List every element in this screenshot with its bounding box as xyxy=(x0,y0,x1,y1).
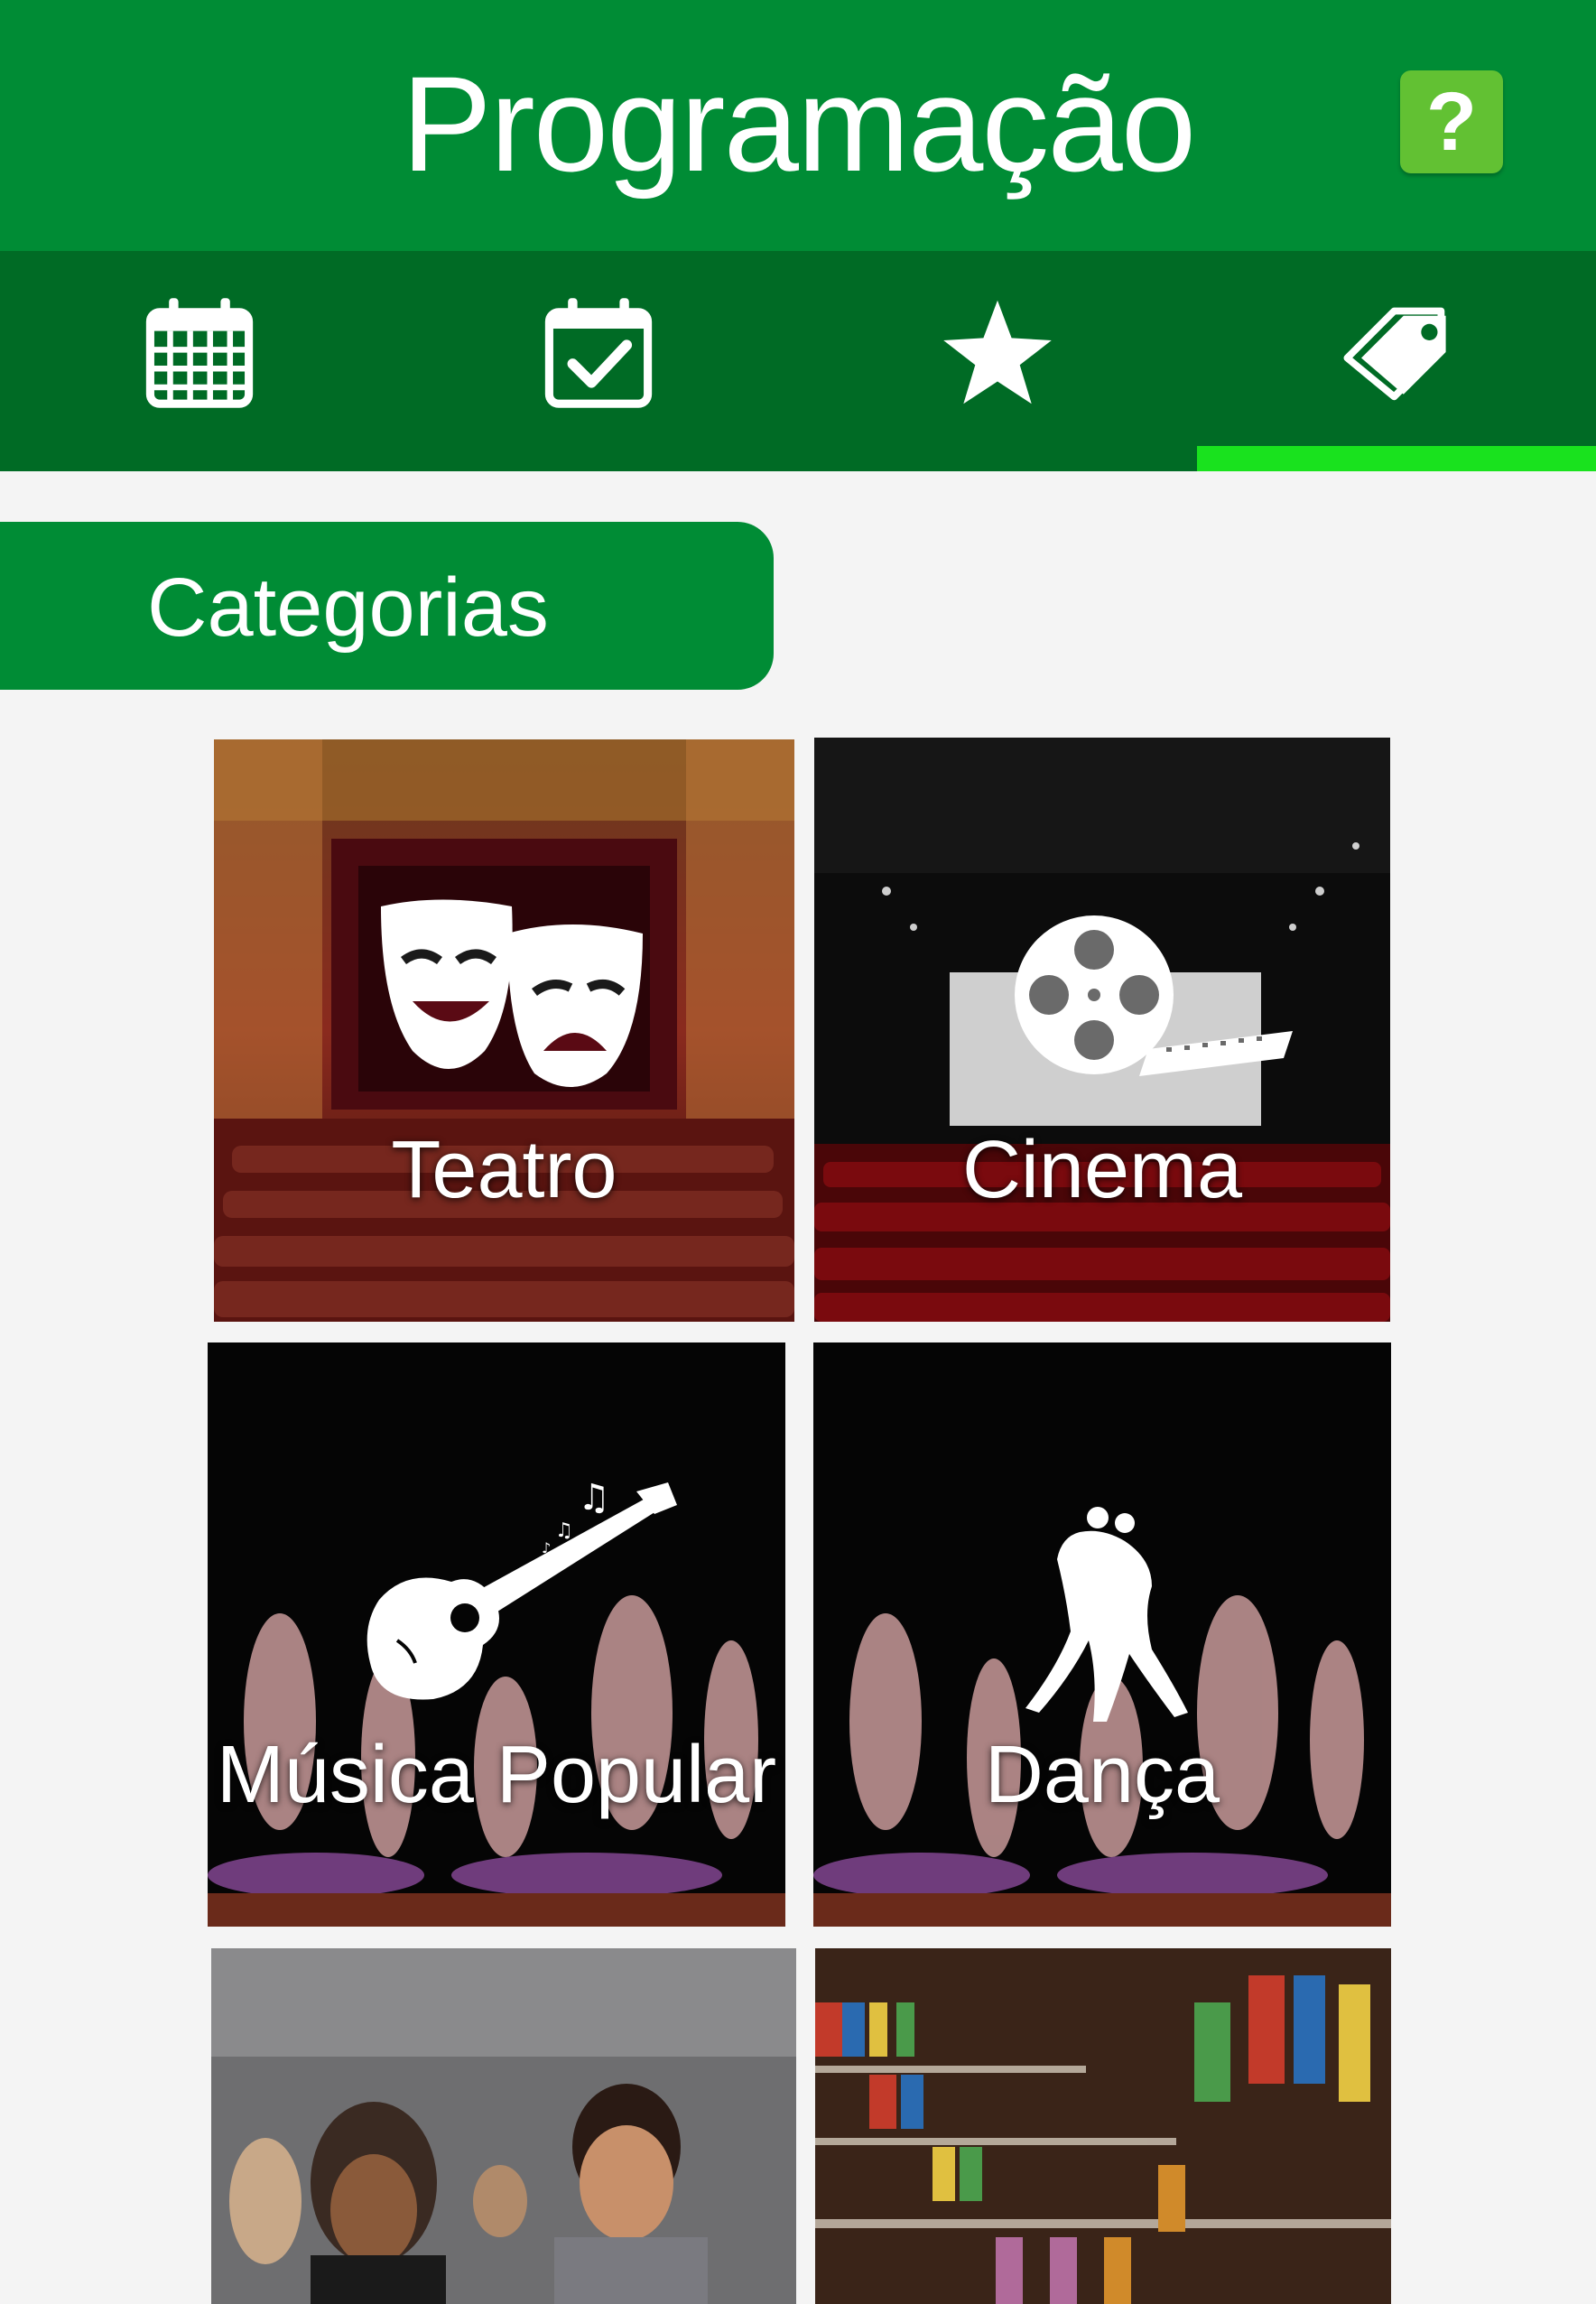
svg-text:♪: ♪ xyxy=(542,1539,551,1556)
calendar-icon xyxy=(145,298,254,408)
page-title: Programação xyxy=(401,48,1196,200)
theater-masks-icon xyxy=(381,899,643,1087)
tab-calendar[interactable] xyxy=(0,251,399,471)
tab-favorites[interactable] xyxy=(798,251,1197,471)
tab-categories[interactable] xyxy=(1197,251,1596,471)
svg-text:♫: ♫ xyxy=(578,1482,610,1519)
category-tile-teatro[interactable]: Teatro xyxy=(214,739,794,1322)
classroom-background xyxy=(211,1948,796,2304)
category-label: Dança xyxy=(984,1730,1220,1820)
section-header: Categorias xyxy=(0,522,774,690)
library-background xyxy=(815,1948,1391,2304)
guitar-icon: ♫ ♫ ♪ xyxy=(367,1482,677,1700)
category-tile-cinema[interactable]: Cinema xyxy=(814,738,1390,1322)
app-header: Programação ? xyxy=(0,0,1596,251)
help-button[interactable]: ? xyxy=(1400,70,1503,173)
category-label: Música Popular xyxy=(216,1730,777,1820)
dancers-icon xyxy=(1025,1507,1188,1722)
category-tile-6[interactable] xyxy=(815,1948,1391,2304)
category-tile-5[interactable] xyxy=(211,1948,796,2304)
film-reel-icon xyxy=(1015,915,1293,1076)
svg-text:♫: ♫ xyxy=(555,1519,573,1542)
category-label: Teatro xyxy=(391,1125,617,1215)
calendar-check-icon xyxy=(544,298,653,408)
tab-calendar-check[interactable] xyxy=(399,251,798,471)
star-icon xyxy=(943,300,1052,404)
category-tile-danca[interactable]: Dança xyxy=(813,1342,1391,1927)
section-title: Categorias xyxy=(147,562,549,654)
tags-icon xyxy=(1343,307,1446,401)
tab-bar xyxy=(0,251,1596,471)
active-tab-indicator xyxy=(1197,446,1596,471)
category-label: Cinema xyxy=(961,1125,1243,1215)
category-tile-musica-popular[interactable]: ♫ ♫ ♪ Música Popular xyxy=(208,1342,785,1927)
